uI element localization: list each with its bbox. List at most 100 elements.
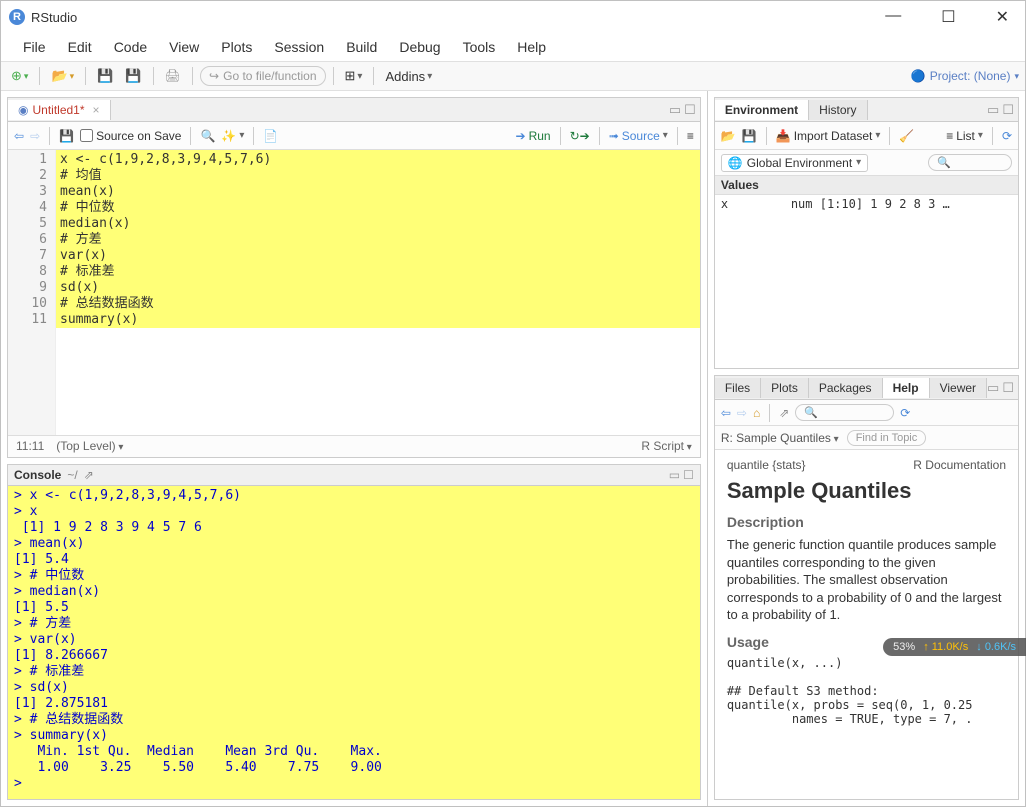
help-tabs: Files Plots Packages Help Viewer ▭☐ bbox=[715, 376, 1018, 400]
project-selector[interactable]: 🔵 Project: (None) ▾ bbox=[911, 69, 1019, 83]
open-file-button[interactable]: 📂▾ bbox=[47, 66, 78, 86]
console-title: Console bbox=[14, 468, 61, 482]
minimize-button[interactable]: — bbox=[877, 7, 909, 27]
max-env-icon[interactable]: ☐ bbox=[1002, 102, 1014, 118]
cursor-position: 11:11 bbox=[16, 439, 44, 453]
line-gutter: 1234567891011 bbox=[8, 150, 56, 435]
env-values-header: Values bbox=[715, 176, 1018, 195]
filetype-selector[interactable]: R Script bbox=[641, 439, 692, 453]
console-output[interactable]: > x <- c(1,9,2,8,3,9,4,5,7,6) > x [1] 1 … bbox=[8, 486, 700, 799]
help-back-icon[interactable]: ⇦ bbox=[721, 406, 731, 420]
save-all-button[interactable]: 💾 bbox=[121, 66, 145, 86]
help-fwd-icon[interactable]: ⇨ bbox=[737, 406, 747, 420]
help-search-input[interactable]: 🔍 bbox=[795, 404, 894, 421]
help-desc-heading: Description bbox=[727, 514, 1006, 530]
help-usage: quantile(x, ...) ## Default S3 method: q… bbox=[727, 656, 1006, 726]
close-button[interactable]: ✕ bbox=[988, 7, 1017, 27]
tab-history[interactable]: History bbox=[809, 100, 867, 120]
find-icon[interactable]: 🔍 bbox=[200, 129, 215, 143]
help-refresh-icon[interactable]: ⟳ bbox=[900, 406, 910, 420]
tab-environment[interactable]: Environment bbox=[715, 100, 809, 120]
addins-button[interactable]: Addins bbox=[381, 67, 436, 86]
wand-icon[interactable]: ✨ bbox=[221, 129, 244, 143]
main-toolbar: ⊕▾ 📂▾ 💾 💾 🖨 ↪ Go to file/function ⊞ Addi… bbox=[1, 61, 1025, 91]
help-nav: ⇦ ⇨ ⌂ ⇗ 🔍 ⟳ bbox=[715, 400, 1018, 426]
menu-edit[interactable]: Edit bbox=[58, 35, 102, 59]
help-doc-id: quantile {stats} bbox=[727, 458, 806, 472]
minimize-console-icon[interactable]: ▭ bbox=[669, 468, 680, 482]
fwd-icon[interactable]: ⇨ bbox=[30, 129, 40, 143]
source-toolbar: ⇦ ⇨ 💾 Source on Save 🔍 ✨ 📄 ➔ Run ↻➔ ➟ So… bbox=[8, 122, 700, 150]
close-tab-icon[interactable]: × bbox=[93, 103, 100, 117]
console-popup-icon[interactable]: ⇗ bbox=[84, 468, 94, 482]
env-toolbar: 📂 💾 📥 Import Dataset 🧹 ≡ List ⟳ bbox=[715, 122, 1018, 150]
tab-help[interactable]: Help bbox=[883, 378, 930, 398]
menu-build[interactable]: Build bbox=[336, 35, 387, 59]
clear-env-icon[interactable]: 🧹 bbox=[899, 129, 914, 143]
grid-button[interactable]: ⊞ bbox=[341, 66, 367, 86]
back-icon[interactable]: ⇦ bbox=[14, 129, 24, 143]
max-help-icon[interactable]: ☐ bbox=[1002, 380, 1014, 396]
help-home-icon[interactable]: ⌂ bbox=[753, 406, 760, 420]
save-env-icon[interactable]: 💾 bbox=[742, 129, 757, 143]
help-doc-source: R Documentation bbox=[913, 458, 1006, 472]
env-search-input[interactable]: 🔍 bbox=[928, 154, 1012, 171]
menu-session[interactable]: Session bbox=[264, 35, 334, 59]
goto-input[interactable]: ↪ Go to file/function bbox=[200, 66, 325, 86]
minimize-pane-icon[interactable]: ▭ bbox=[669, 102, 681, 118]
maximize-console-icon[interactable]: ☐ bbox=[683, 468, 694, 482]
help-breadcrumb-bar: R: Sample Quantiles Find in Topic bbox=[715, 426, 1018, 450]
source-tabs: ◉ Untitled1* × ▭☐ bbox=[8, 98, 700, 122]
source-statusbar: 11:11 (Top Level) R Script bbox=[8, 435, 700, 457]
save-source-button[interactable]: 💾 bbox=[59, 129, 74, 143]
menu-code[interactable]: Code bbox=[104, 35, 157, 59]
menu-plots[interactable]: Plots bbox=[211, 35, 262, 59]
code-editor[interactable]: 1234567891011 x <- c(1,9,2,8,3,9,4,5,7,6… bbox=[8, 150, 700, 435]
tab-packages[interactable]: Packages bbox=[809, 378, 883, 398]
env-body: Values x num [1:10] 1 9 2 8 3 … bbox=[715, 176, 1018, 368]
rerun-button[interactable]: ↻➔ bbox=[570, 129, 590, 143]
min-help-icon[interactable]: ▭ bbox=[987, 380, 999, 396]
env-scope-bar: 🌐 Global Environment 🔍 bbox=[715, 150, 1018, 176]
app-icon: R bbox=[9, 9, 25, 25]
env-tabs: Environment History ▭☐ bbox=[715, 98, 1018, 122]
source-button[interactable]: ➟ Source bbox=[609, 129, 668, 143]
code-content[interactable]: x <- c(1,9,2,8,3,9,4,5,7,6) # 均值 mean(x)… bbox=[56, 150, 700, 435]
menu-help[interactable]: Help bbox=[507, 35, 556, 59]
new-file-button[interactable]: ⊕▾ bbox=[7, 66, 32, 86]
tab-viewer[interactable]: Viewer bbox=[930, 378, 987, 398]
save-button[interactable]: 💾 bbox=[93, 66, 117, 86]
menu-file[interactable]: File bbox=[13, 35, 56, 59]
console-path: ~/ bbox=[67, 468, 77, 482]
tab-plots[interactable]: Plots bbox=[761, 378, 809, 398]
help-title: Sample Quantiles bbox=[727, 478, 1006, 504]
source-on-save-checkbox[interactable]: Source on Save bbox=[80, 129, 181, 143]
source-tab[interactable]: ◉ Untitled1* × bbox=[8, 100, 111, 120]
maximize-button[interactable]: ☐ bbox=[933, 7, 963, 27]
network-overlay: 53% ↑ 11.0K/s ↓ 0.6K/s bbox=[883, 638, 1026, 656]
env-scope-selector[interactable]: 🌐 Global Environment bbox=[721, 154, 868, 172]
help-content[interactable]: quantile {stats} R Documentation Sample … bbox=[715, 450, 1018, 799]
open-env-icon[interactable]: 📂 bbox=[721, 129, 736, 143]
notebook-icon[interactable]: 📄 bbox=[263, 129, 278, 143]
menu-bar: File Edit Code View Plots Session Build … bbox=[1, 33, 1025, 61]
menu-debug[interactable]: Debug bbox=[389, 35, 450, 59]
print-button[interactable]: 🖨 bbox=[161, 66, 186, 86]
help-popup-icon[interactable]: ⇗ bbox=[779, 406, 789, 420]
maximize-pane-icon[interactable]: ☐ bbox=[684, 102, 696, 118]
min-env-icon[interactable]: ▭ bbox=[987, 102, 999, 118]
help-breadcrumb[interactable]: R: Sample Quantiles bbox=[721, 431, 839, 445]
import-dataset-button[interactable]: 📥 Import Dataset bbox=[776, 129, 881, 143]
env-row[interactable]: x num [1:10] 1 9 2 8 3 … bbox=[715, 195, 1018, 213]
find-in-topic-input[interactable]: Find in Topic bbox=[847, 430, 927, 446]
menu-view[interactable]: View bbox=[159, 35, 209, 59]
outline-icon[interactable]: ≡ bbox=[687, 129, 694, 143]
menu-tools[interactable]: Tools bbox=[453, 35, 506, 59]
console-header: Console ~/ ⇗ ▭☐ bbox=[8, 465, 700, 486]
title-bar: R RStudio — ☐ ✕ bbox=[1, 1, 1025, 33]
scope-selector[interactable]: (Top Level) bbox=[56, 439, 123, 453]
tab-files[interactable]: Files bbox=[715, 378, 761, 398]
run-button[interactable]: ➔ Run bbox=[516, 129, 551, 143]
refresh-env-icon[interactable]: ⟳ bbox=[1002, 129, 1012, 143]
list-view-button[interactable]: ≡ List bbox=[946, 129, 983, 143]
